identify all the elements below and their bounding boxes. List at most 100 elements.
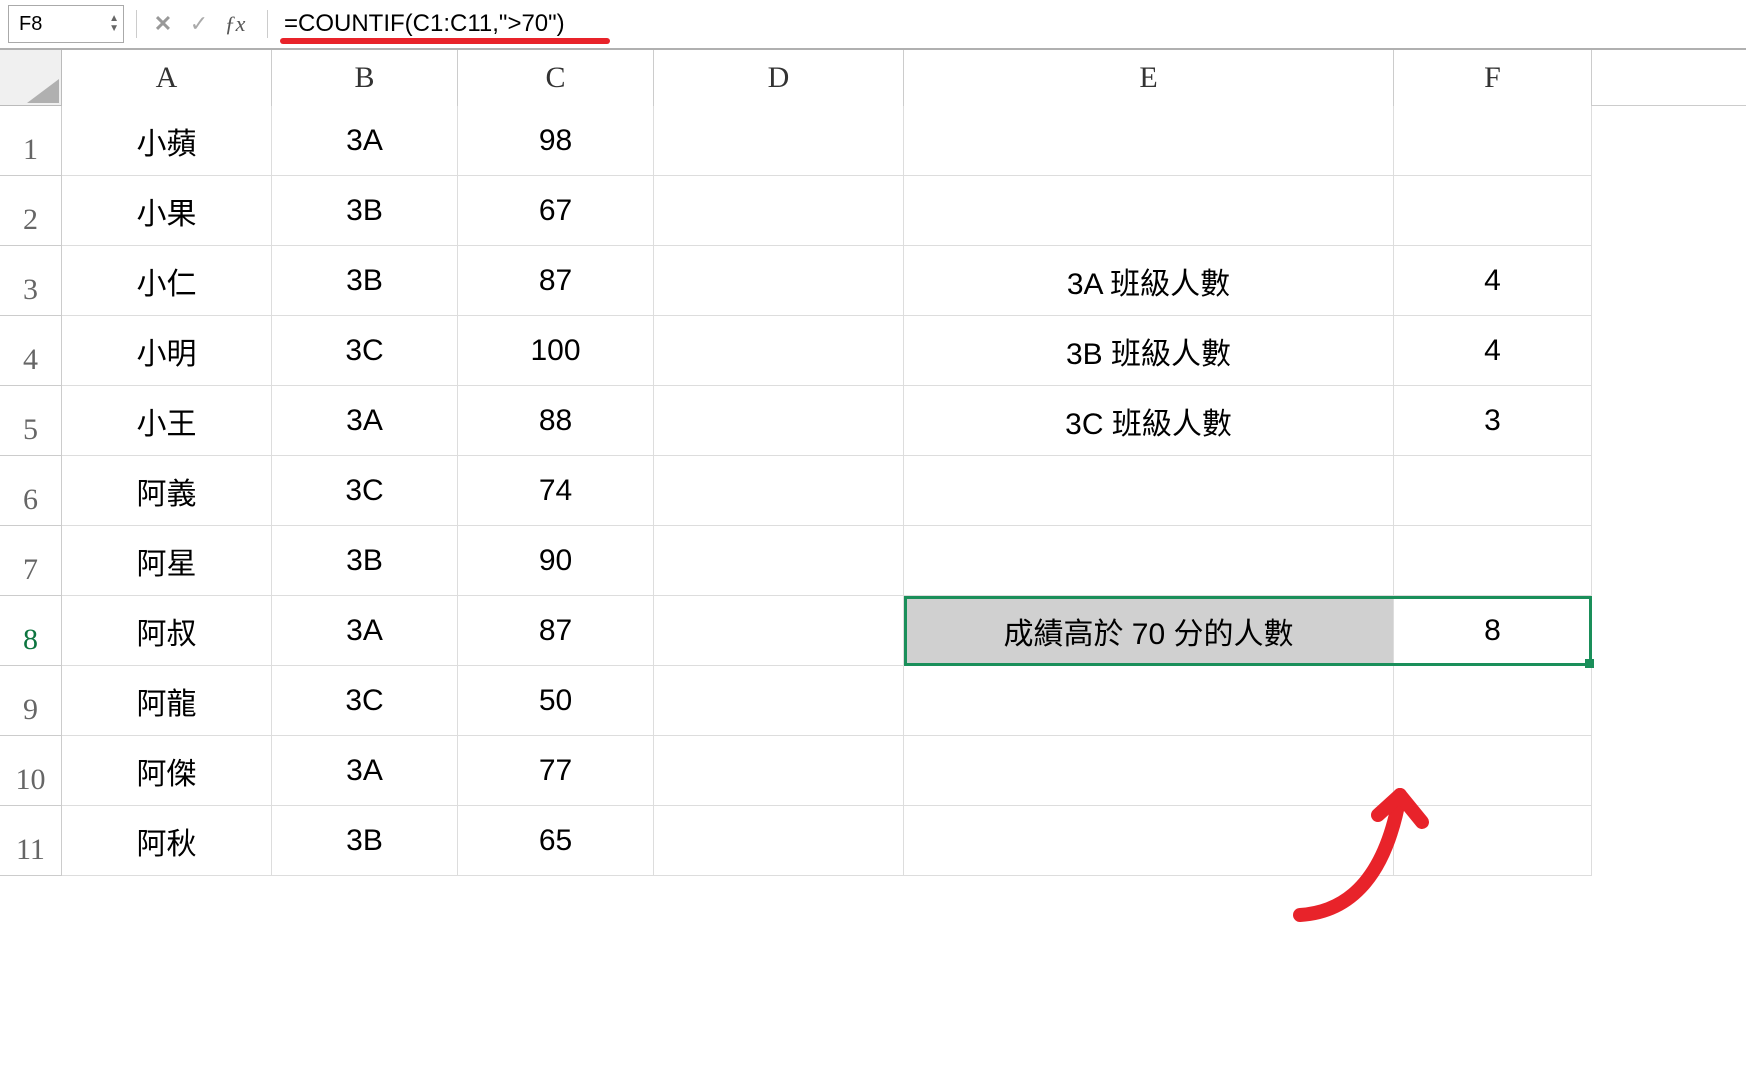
row-header[interactable]: 7 [0, 526, 62, 596]
cell-C4[interactable]: 100 [458, 316, 654, 386]
cell-F7[interactable] [1394, 526, 1592, 596]
cell-A7[interactable]: 阿星 [62, 526, 272, 596]
col-header-E[interactable]: E [904, 50, 1394, 106]
row-header[interactable]: 11 [0, 806, 62, 876]
row-header[interactable]: 4 [0, 316, 62, 386]
cell-F10[interactable] [1394, 736, 1592, 806]
column-headers: A B C D E F [0, 50, 1746, 106]
cell-B2[interactable]: 3B [272, 176, 458, 246]
cell-B10[interactable]: 3A [272, 736, 458, 806]
cell-A5[interactable]: 小王 [62, 386, 272, 456]
cell-E2[interactable] [904, 176, 1394, 246]
cell-A11[interactable]: 阿秋 [62, 806, 272, 876]
cell-D3[interactable] [654, 246, 904, 316]
cell-D9[interactable] [654, 666, 904, 736]
cell-B5[interactable]: 3A [272, 386, 458, 456]
cell-E8[interactable]: 成績高於 70 分的人數 [904, 596, 1394, 666]
col-header-D[interactable]: D [654, 50, 904, 106]
row-header[interactable]: 6 [0, 456, 62, 526]
col-header-F[interactable]: F [1394, 50, 1592, 106]
stepper-down-icon[interactable]: ▼ [109, 24, 119, 34]
cell-A3[interactable]: 小仁 [62, 246, 272, 316]
cell-C8[interactable]: 87 [458, 596, 654, 666]
cell-F8[interactable]: 8 [1394, 596, 1592, 666]
cell-E9[interactable] [904, 666, 1394, 736]
formula-text: =COUNTIF(C1:C11,">70") [280, 10, 565, 38]
cell-F5[interactable]: 3 [1394, 386, 1592, 456]
cell-E7[interactable] [904, 526, 1394, 596]
cell-E4[interactable]: 3B 班級人數 [904, 316, 1394, 386]
spreadsheet-grid: A B C D E F 1小蘋3A982小果3B673小仁3B873A 班級人數… [0, 50, 1746, 876]
cell-D2[interactable] [654, 176, 904, 246]
cell-E10[interactable] [904, 736, 1394, 806]
cell-A6[interactable]: 阿義 [62, 456, 272, 526]
cell-A9[interactable]: 阿龍 [62, 666, 272, 736]
cell-D7[interactable] [654, 526, 904, 596]
cell-F3[interactable]: 4 [1394, 246, 1592, 316]
fx-icon[interactable]: ƒx [221, 10, 249, 38]
cell-C2[interactable]: 67 [458, 176, 654, 246]
cell-C1[interactable]: 98 [458, 106, 654, 176]
row: 9阿龍3C50 [0, 666, 1746, 736]
cell-A2[interactable]: 小果 [62, 176, 272, 246]
cell-F6[interactable] [1394, 456, 1592, 526]
cell-D6[interactable] [654, 456, 904, 526]
row: 7阿星3B90 [0, 526, 1746, 596]
cell-D4[interactable] [654, 316, 904, 386]
row-header[interactable]: 9 [0, 666, 62, 736]
name-box[interactable]: F8 ▲ ▼ [8, 5, 124, 43]
cell-D5[interactable] [654, 386, 904, 456]
separator [267, 10, 268, 38]
row-header[interactable]: 10 [0, 736, 62, 806]
row-header[interactable]: 1 [0, 106, 62, 176]
cell-C5[interactable]: 88 [458, 386, 654, 456]
cell-E5[interactable]: 3C 班級人數 [904, 386, 1394, 456]
cell-C3[interactable]: 87 [458, 246, 654, 316]
col-header-A[interactable]: A [62, 50, 272, 106]
name-box-stepper[interactable]: ▲ ▼ [109, 14, 119, 34]
cell-B11[interactable]: 3B [272, 806, 458, 876]
cell-B1[interactable]: 3A [272, 106, 458, 176]
cell-B7[interactable]: 3B [272, 526, 458, 596]
cell-E3[interactable]: 3A 班級人數 [904, 246, 1394, 316]
row-header[interactable]: 8 [0, 596, 62, 666]
cell-B6[interactable]: 3C [272, 456, 458, 526]
cell-E6[interactable] [904, 456, 1394, 526]
cell-E11[interactable] [904, 806, 1394, 876]
cell-E1[interactable] [904, 106, 1394, 176]
cell-C10[interactable]: 77 [458, 736, 654, 806]
cell-C7[interactable]: 90 [458, 526, 654, 596]
col-header-C[interactable]: C [458, 50, 654, 106]
row: 1小蘋3A98 [0, 106, 1746, 176]
cell-A10[interactable]: 阿傑 [62, 736, 272, 806]
name-box-value: F8 [19, 13, 42, 36]
cell-F2[interactable] [1394, 176, 1592, 246]
col-header-B[interactable]: B [272, 50, 458, 106]
cell-D10[interactable] [654, 736, 904, 806]
row-header[interactable]: 2 [0, 176, 62, 246]
row: 5小王3A88 3C 班級人數3 [0, 386, 1746, 456]
cell-D11[interactable] [654, 806, 904, 876]
confirm-icon[interactable]: ✓ [185, 10, 213, 38]
cell-B9[interactable]: 3C [272, 666, 458, 736]
cell-D8[interactable] [654, 596, 904, 666]
cell-A4[interactable]: 小明 [62, 316, 272, 386]
row-header[interactable]: 5 [0, 386, 62, 456]
row-header[interactable]: 3 [0, 246, 62, 316]
cancel-icon[interactable]: ✕ [149, 10, 177, 38]
cell-F11[interactable] [1394, 806, 1592, 876]
cell-B4[interactable]: 3C [272, 316, 458, 386]
cell-C11[interactable]: 65 [458, 806, 654, 876]
cell-A1[interactable]: 小蘋 [62, 106, 272, 176]
cell-A8[interactable]: 阿叔 [62, 596, 272, 666]
cell-F1[interactable] [1394, 106, 1592, 176]
cell-D1[interactable] [654, 106, 904, 176]
cell-B8[interactable]: 3A [272, 596, 458, 666]
cell-F4[interactable]: 4 [1394, 316, 1592, 386]
cell-C6[interactable]: 74 [458, 456, 654, 526]
formula-input[interactable]: =COUNTIF(C1:C11,">70") [280, 6, 1738, 42]
cell-B3[interactable]: 3B [272, 246, 458, 316]
cell-C9[interactable]: 50 [458, 666, 654, 736]
select-all-corner[interactable] [0, 50, 62, 106]
cell-F9[interactable] [1394, 666, 1592, 736]
